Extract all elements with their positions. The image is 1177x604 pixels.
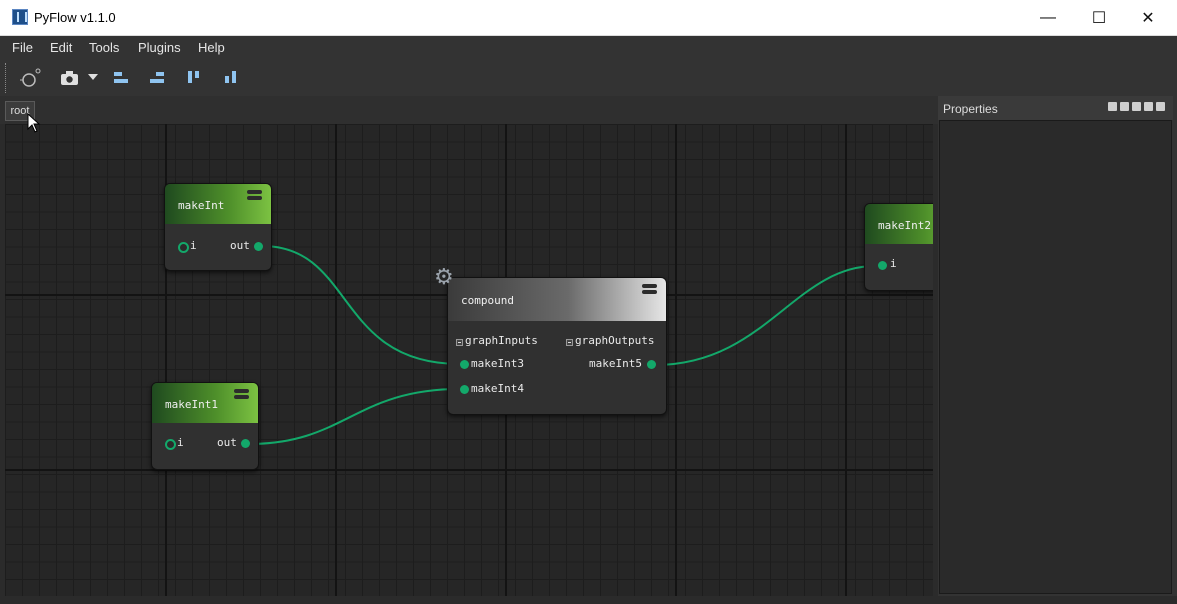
wire-makeInt5-to-makeInt2 bbox=[654, 265, 876, 366]
properties-panel: Properties bbox=[938, 96, 1177, 596]
close-button[interactable]: ✕ bbox=[1125, 0, 1171, 36]
properties-content bbox=[939, 120, 1172, 594]
node-menu-icon[interactable] bbox=[247, 190, 262, 200]
node-title: compound bbox=[461, 294, 514, 307]
pin-label-i: i bbox=[177, 436, 184, 449]
copy-icon[interactable] bbox=[1120, 102, 1129, 111]
pin-label-makeInt4: makeInt4 bbox=[471, 382, 524, 395]
align-bottom-icon[interactable] bbox=[224, 71, 240, 85]
app-logo-icon bbox=[12, 9, 28, 25]
screenshot-icon[interactable] bbox=[60, 70, 80, 86]
menu-help[interactable]: Help bbox=[198, 40, 225, 55]
float-icon[interactable] bbox=[1144, 102, 1153, 111]
node-menu-icon[interactable] bbox=[234, 389, 249, 399]
maximize-button[interactable]: ☐ bbox=[1076, 0, 1122, 36]
pin-out-makeInt5[interactable] bbox=[647, 360, 656, 369]
properties-title: Properties bbox=[943, 102, 998, 116]
node-header[interactable]: compound bbox=[448, 278, 666, 321]
status-strip bbox=[0, 596, 1177, 604]
toolbar-grip[interactable] bbox=[5, 63, 8, 93]
collapse-inputs-icon[interactable] bbox=[456, 339, 463, 346]
menu-file[interactable]: File bbox=[12, 40, 33, 55]
pin-label-out: out bbox=[217, 436, 237, 449]
gear-icon[interactable]: ⚙ bbox=[434, 266, 454, 288]
menu-edit[interactable]: Edit bbox=[50, 40, 72, 55]
pin-out[interactable] bbox=[254, 242, 263, 251]
node-compound[interactable]: compound graphInputs graphOutputs makeIn… bbox=[447, 277, 667, 415]
node-title: makeInt bbox=[178, 199, 225, 212]
toolbar bbox=[0, 60, 1177, 96]
pin-in-makeInt3[interactable] bbox=[460, 360, 469, 369]
pin-label-out: out bbox=[230, 239, 250, 252]
node-header[interactable]: makeInt2 bbox=[865, 204, 933, 244]
properties-dock-controls bbox=[1108, 102, 1165, 111]
pin-in-i[interactable] bbox=[878, 261, 887, 270]
breadcrumb bbox=[0, 96, 938, 124]
node-makeInt2[interactable]: makeInt2 i bbox=[864, 203, 933, 291]
group-label-graphOutputs: graphOutputs bbox=[575, 334, 655, 347]
node-menu-icon[interactable] bbox=[642, 284, 657, 294]
node-header[interactable]: makeInt bbox=[165, 184, 271, 224]
node-title: makeInt2 bbox=[878, 219, 931, 232]
new-graph-icon[interactable] bbox=[20, 67, 44, 89]
close-icon[interactable] bbox=[1156, 102, 1165, 111]
pin-in-makeInt4[interactable] bbox=[460, 385, 469, 394]
menu-bar: File Edit Tools Plugins Help bbox=[0, 36, 1177, 60]
wire-makeInt1-to-makeInt4 bbox=[248, 388, 461, 445]
menu-tools[interactable]: Tools bbox=[89, 40, 119, 55]
title-bar: PyFlow v1.1.0 — ☐ ✕ bbox=[0, 0, 1177, 36]
node-title: makeInt1 bbox=[165, 398, 218, 411]
mouse-cursor-icon bbox=[27, 113, 41, 133]
collapse-outputs-icon[interactable] bbox=[566, 339, 573, 346]
align-left-icon[interactable] bbox=[114, 71, 130, 85]
pin-label-i: i bbox=[890, 257, 897, 270]
pin-label-i: i bbox=[190, 239, 197, 252]
pin-label-makeInt5: makeInt5 bbox=[589, 357, 642, 370]
pin-in-i[interactable] bbox=[178, 242, 189, 253]
pin-in-i[interactable] bbox=[165, 439, 176, 450]
menu-plugins[interactable]: Plugins bbox=[138, 40, 181, 55]
align-right-icon[interactable] bbox=[150, 71, 166, 85]
properties-header: Properties bbox=[938, 96, 1173, 120]
dropdown-arrow-icon[interactable] bbox=[88, 74, 98, 80]
node-makeInt1[interactable]: makeInt1 i out bbox=[151, 382, 259, 470]
node-graph-canvas[interactable]: makeInt i out makeInt1 i out makeInt2 i … bbox=[5, 124, 933, 596]
pin-label-makeInt3: makeInt3 bbox=[471, 357, 524, 370]
align-top-icon[interactable] bbox=[187, 71, 203, 85]
window-title: PyFlow v1.1.0 bbox=[34, 10, 116, 25]
minimize-button[interactable]: — bbox=[1025, 0, 1071, 36]
pin-out[interactable] bbox=[241, 439, 250, 448]
settings-icon[interactable] bbox=[1108, 102, 1117, 111]
wire-makeInt-to-makeInt3 bbox=[261, 245, 461, 365]
lock-icon[interactable] bbox=[1132, 102, 1141, 111]
node-header[interactable]: makeInt1 bbox=[152, 383, 258, 423]
group-label-graphInputs: graphInputs bbox=[465, 334, 538, 347]
node-makeInt[interactable]: makeInt i out bbox=[164, 183, 272, 271]
